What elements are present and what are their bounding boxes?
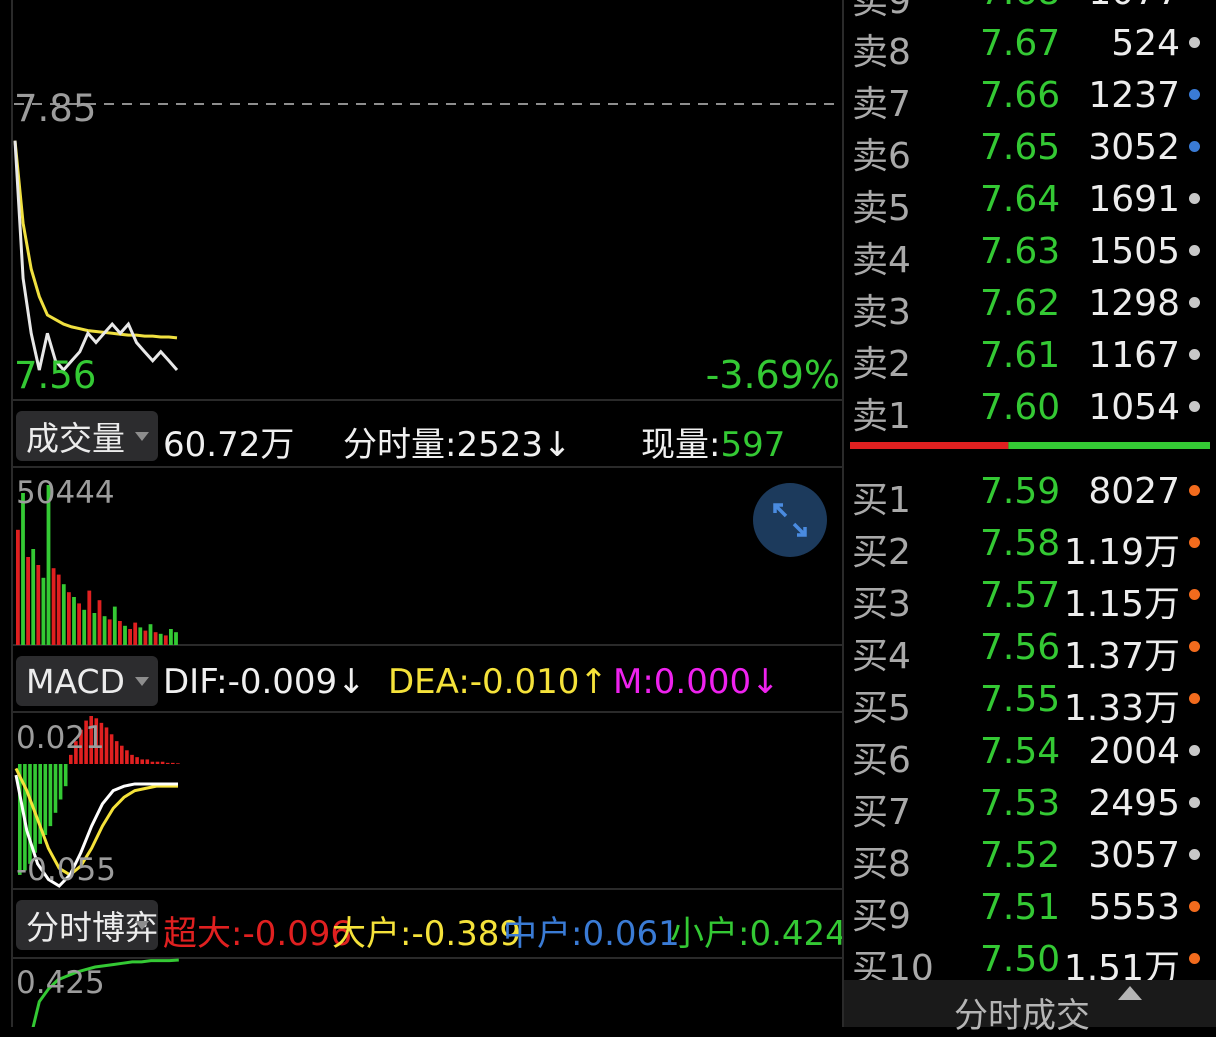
order-price: 7.59	[980, 471, 1061, 512]
order-volume: 1077	[1088, 0, 1180, 13]
order-name: 买3	[852, 584, 911, 625]
order-marker-dot-icon	[1189, 641, 1200, 652]
game-top-label: 0.425	[16, 965, 105, 1001]
order-row-sell-2[interactable]: 卖7 7.66 1237	[852, 69, 1204, 125]
order-price: 7.60	[980, 387, 1061, 428]
order-volume: 524	[1111, 23, 1180, 64]
order-name: 买4	[852, 636, 911, 677]
order-row-buy-7[interactable]: 买7 7.53 2495	[852, 777, 1204, 833]
order-row-buy-9[interactable]: 买9 7.51 5553	[852, 881, 1204, 937]
order-volume: 1167	[1088, 335, 1180, 376]
order-marker-dot-icon	[1189, 485, 1200, 496]
order-marker-dot-icon	[1189, 537, 1200, 548]
order-marker-dot-icon	[1189, 401, 1200, 412]
order-volume: 1.19万	[1063, 532, 1180, 573]
order-marker-dot-icon	[1189, 37, 1200, 48]
order-row-sell-4[interactable]: 卖5 7.64 1691	[852, 173, 1204, 229]
order-row-buy-4[interactable]: 买4 7.56 1.37万	[852, 621, 1204, 677]
order-marker-dot-icon	[1189, 349, 1200, 360]
order-row-buy-10[interactable]: 买10 7.50 1.51万	[852, 933, 1204, 989]
order-volume: 1298	[1088, 283, 1180, 324]
order-marker-dot-icon	[1189, 589, 1200, 600]
order-name: 买2	[852, 532, 911, 573]
order-price: 7.62	[980, 283, 1061, 324]
order-volume: 1054	[1088, 387, 1180, 428]
order-volume: 2004	[1088, 731, 1180, 772]
order-row-buy-8[interactable]: 买8 7.52 3057	[852, 829, 1204, 885]
order-volume: 5553	[1088, 887, 1180, 928]
order-marker-dot-icon	[1189, 141, 1200, 152]
order-name: 买9	[852, 896, 911, 937]
fenshi-trade-toggle[interactable]: 分时成交	[844, 980, 1216, 1036]
order-row-sell-3[interactable]: 卖6 7.65 3052	[852, 121, 1204, 177]
order-marker-dot-icon	[1189, 953, 1200, 964]
order-price: 7.68	[980, 0, 1060, 13]
order-price: 7.57	[980, 575, 1061, 616]
order-marker-dot-icon	[1189, 693, 1200, 704]
order-name: 买1	[852, 480, 911, 521]
order-volume: 3057	[1088, 835, 1180, 876]
order-marker-dot-icon	[1189, 849, 1200, 860]
order-marker-dot-icon	[1189, 193, 1200, 204]
order-row-buy-2[interactable]: 买2 7.58 1.19万	[852, 517, 1204, 573]
order-name: 卖3	[852, 292, 911, 333]
order-marker-dot-icon	[1189, 745, 1200, 756]
order-volume: 3052	[1088, 127, 1180, 168]
order-volume: 2495	[1088, 783, 1180, 824]
order-marker-dot-icon	[1189, 245, 1200, 256]
order-volume: 1.15万	[1063, 584, 1180, 625]
order-price: 7.61	[980, 335, 1061, 376]
order-price: 7.65	[980, 127, 1061, 168]
order-row-sell-8[interactable]: 卖1 7.60 1054	[852, 381, 1204, 437]
order-name: 买5	[852, 688, 911, 729]
order-price: 7.56	[980, 627, 1061, 668]
order-row-sell-9[interactable]: 卖9 7.68 1077	[852, 0, 1204, 22]
game-chart	[31, 958, 179, 1027]
order-price: 7.64	[980, 179, 1061, 220]
order-row-buy-3[interactable]: 买3 7.57 1.15万	[852, 569, 1204, 625]
order-volume: 1237	[1088, 75, 1180, 116]
order-volume: 1505	[1088, 231, 1180, 272]
order-marker-dot-icon	[1189, 297, 1200, 308]
order-marker-dot-icon	[1189, 797, 1200, 808]
order-row-buy-1[interactable]: 买1 7.59 8027	[852, 465, 1204, 521]
order-price: 7.54	[980, 731, 1061, 772]
order-name: 买6	[852, 740, 911, 781]
chevron-up-icon	[1118, 986, 1142, 1000]
order-price: 7.67	[980, 23, 1061, 64]
order-row-sell-5[interactable]: 卖4 7.63 1505	[852, 225, 1204, 281]
order-price: 7.58	[980, 523, 1061, 564]
panel-divider	[842, 0, 844, 1027]
order-volume: 1.37万	[1063, 636, 1180, 677]
order-row-buy-5[interactable]: 买5 7.55 1.33万	[852, 673, 1204, 729]
order-price: 7.52	[980, 835, 1061, 876]
order-marker-dot-icon	[1189, 89, 1200, 100]
order-name: 卖7	[852, 84, 911, 125]
order-price: 7.50	[980, 939, 1061, 980]
order-name: 买8	[852, 844, 911, 885]
order-price: 7.51	[980, 887, 1061, 928]
order-name: 卖8	[852, 32, 911, 73]
order-name: 卖1	[852, 396, 911, 437]
order-row-sell-7[interactable]: 卖2 7.61 1167	[852, 329, 1204, 385]
order-volume: 1691	[1088, 179, 1180, 220]
order-volume: 1.33万	[1063, 688, 1180, 729]
order-price: 7.55	[980, 679, 1061, 720]
order-price: 7.63	[980, 231, 1061, 272]
order-price: 7.53	[980, 783, 1061, 824]
order-row-buy-6[interactable]: 买6 7.54 2004	[852, 725, 1204, 781]
order-name: 买7	[852, 792, 911, 833]
order-volume: 8027	[1088, 471, 1180, 512]
order-name: 卖4	[852, 240, 911, 281]
order-marker-dot-icon	[1189, 901, 1200, 912]
chart-area: 7.85 7.56 -3.69% 成交量 60.72万 分时量:2523↓ 现量…	[0, 0, 847, 1027]
order-name: 卖2	[852, 344, 911, 385]
order-row-sell-6[interactable]: 卖3 7.62 1298	[852, 277, 1204, 333]
order-price: 7.66	[980, 75, 1061, 116]
order-name: 卖6	[852, 136, 911, 177]
order-name: 卖5	[852, 188, 911, 229]
order-row-sell-1[interactable]: 卖8 7.67 524	[852, 17, 1204, 73]
